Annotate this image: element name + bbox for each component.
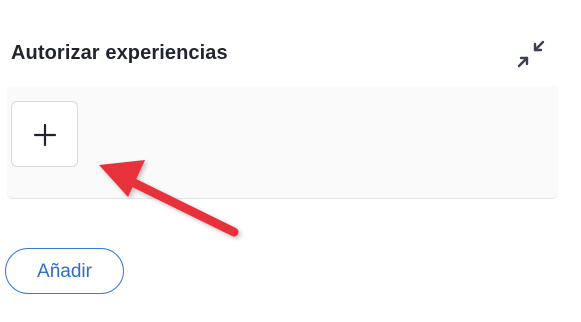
collapse-icon bbox=[517, 40, 545, 68]
collapse-button[interactable] bbox=[514, 37, 548, 71]
plus-icon bbox=[33, 123, 57, 147]
add-button[interactable]: Añadir bbox=[5, 248, 124, 294]
section-title: Autorizar experiencias bbox=[11, 42, 228, 64]
experiences-card bbox=[7, 86, 558, 199]
authorize-experiences-panel: Autorizar experiencias Añadir bbox=[0, 0, 581, 322]
add-experience-tile[interactable] bbox=[11, 101, 78, 167]
